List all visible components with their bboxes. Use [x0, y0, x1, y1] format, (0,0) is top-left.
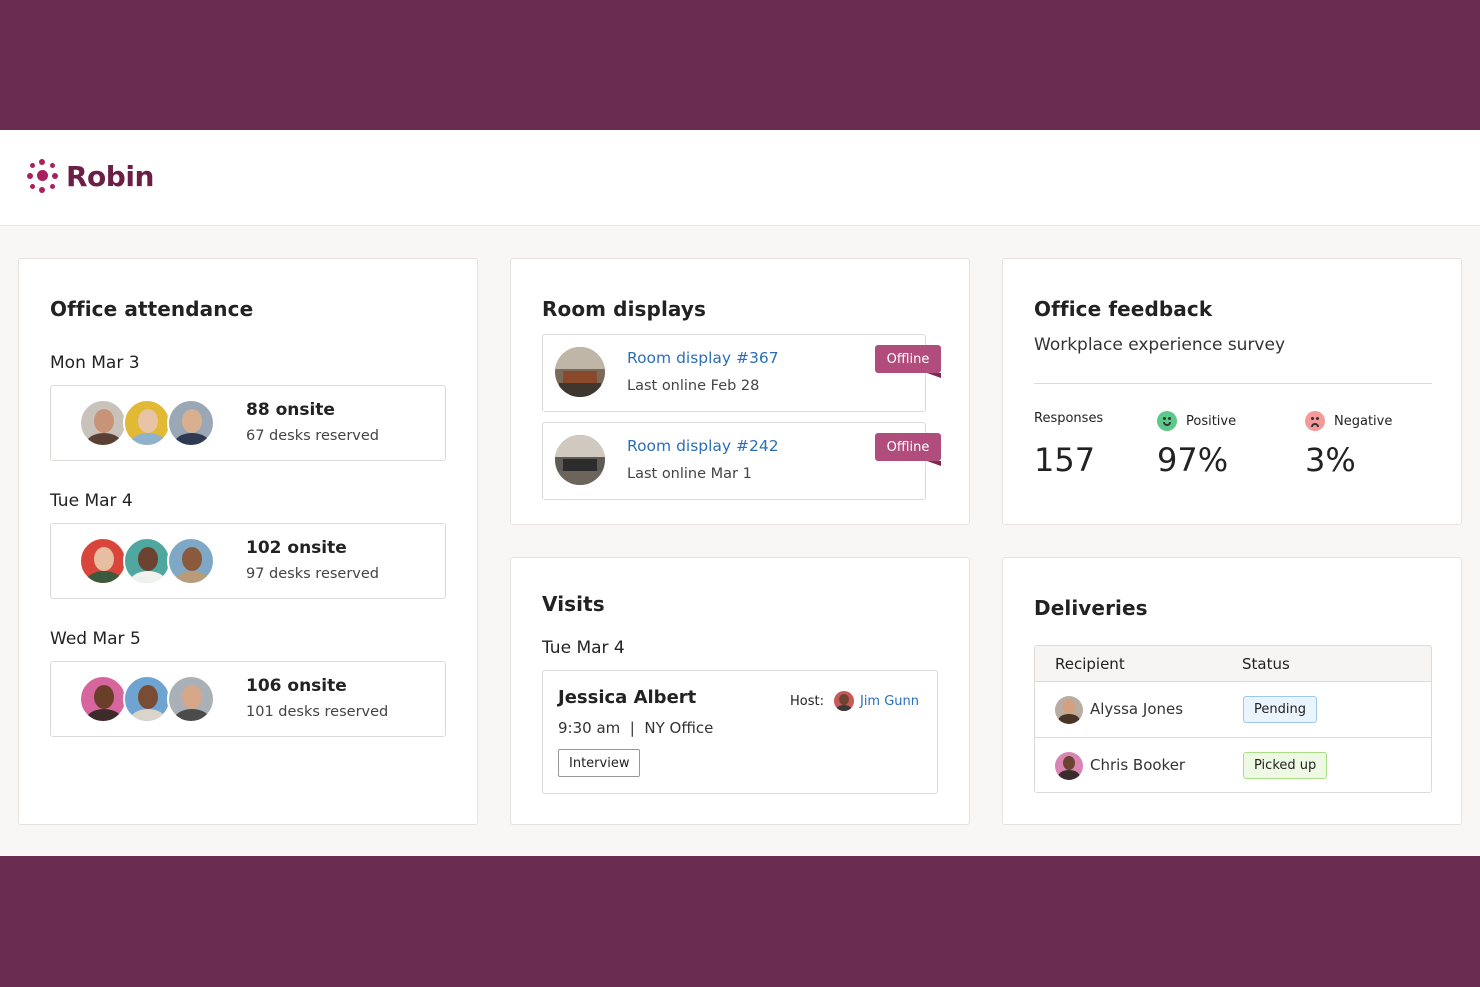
room-display-link[interactable]: Room display #242	[627, 437, 779, 455]
feedback-card: Office feedback Workplace experience sur…	[1002, 258, 1462, 525]
visit-item[interactable]: Jessica Albert 9:30 am | NY Office Inter…	[542, 670, 938, 794]
desks-reserved: 67 desks reserved	[246, 428, 380, 444]
attendance-day-box[interactable]: 88 onsite 67 desks reserved	[50, 385, 446, 461]
avatar	[1055, 752, 1083, 780]
visit-date: Tue Mar 4	[542, 638, 625, 658]
column-header-recipient: Recipient	[1055, 655, 1125, 673]
recipient-name: Chris Booker	[1090, 756, 1186, 774]
offline-badge: Offline	[875, 345, 941, 378]
onsite-count: 88 onsite	[246, 400, 335, 420]
room-thumbnail	[555, 347, 605, 397]
visits-card: Visits Tue Mar 4 Jessica Albert 9:30 am …	[510, 557, 970, 825]
responses-label: Responses	[1034, 411, 1104, 426]
negative-label: Negative	[1305, 411, 1392, 431]
recipient-name: Alyssa Jones	[1090, 700, 1184, 718]
bottom-band	[0, 856, 1480, 987]
avatar	[167, 537, 215, 585]
avatar	[167, 675, 215, 723]
visitor-name: Jessica Albert	[558, 687, 697, 708]
day-label: Mon Mar 3	[50, 353, 140, 373]
avatar	[123, 675, 171, 723]
avatar	[123, 399, 171, 447]
dashboard: Robin Office attendance Mon Mar 3 88 ons…	[0, 130, 1480, 856]
room-display-item[interactable]: Room display #367 Last online Feb 28 Off…	[542, 334, 941, 412]
avatar	[79, 399, 127, 447]
host-label: Host:	[790, 693, 824, 709]
room-display-link[interactable]: Room display #367	[627, 349, 779, 367]
room-display-item[interactable]: Room display #242 Last online Mar 1 Offl…	[542, 422, 941, 500]
onsite-count: 102 onsite	[246, 538, 347, 558]
day-label: Tue Mar 4	[50, 491, 133, 511]
attendance-day-box[interactable]: 102 onsite 97 desks reserved	[50, 523, 446, 599]
visits-title: Visits	[542, 592, 605, 616]
last-online: Last online Feb 28	[627, 378, 760, 394]
negative-value: 3%	[1305, 441, 1356, 479]
attendance-day-box[interactable]: 106 onsite 101 desks reserved	[50, 661, 446, 737]
deliveries-title: Deliveries	[1034, 596, 1148, 620]
top-band	[0, 0, 1480, 130]
positive-label: Positive	[1157, 411, 1236, 431]
column-header-status: Status	[1242, 655, 1290, 673]
onsite-count: 106 onsite	[246, 676, 347, 696]
deliveries-card: Deliveries Recipient Status Alyssa Jones…	[1002, 557, 1462, 825]
status-badge: Pending	[1243, 696, 1317, 723]
feedback-title: Office feedback	[1034, 297, 1213, 321]
avatar-group	[79, 537, 215, 585]
attendance-card: Office attendance Mon Mar 3 88 onsite 67…	[18, 258, 478, 825]
last-online: Last online Mar 1	[627, 466, 752, 482]
app-header: Robin	[0, 130, 1480, 226]
host-name-link[interactable]: Jim Gunn	[860, 694, 919, 709]
room-displays-title: Room displays	[542, 297, 707, 321]
attendance-title: Office attendance	[50, 297, 254, 321]
desks-reserved: 97 desks reserved	[246, 566, 380, 582]
responses-value: 157	[1034, 441, 1096, 479]
frown-icon	[1305, 411, 1325, 431]
avatar-group	[79, 675, 215, 723]
status-badge: Picked up	[1243, 752, 1328, 779]
offline-badge: Offline	[875, 433, 941, 466]
avatar-group	[79, 399, 215, 447]
desks-reserved: 101 desks reserved	[246, 704, 389, 720]
host-info: Host: Jim Gunn	[790, 691, 919, 711]
host-avatar	[833, 691, 854, 711]
deliveries-table: Recipient Status Alyssa Jones Pending Ch…	[1034, 645, 1432, 793]
avatar	[79, 675, 127, 723]
day-label: Wed Mar 5	[50, 629, 141, 649]
room-thumbnail	[555, 435, 605, 485]
table-row[interactable]: Alyssa Jones Pending	[1035, 682, 1431, 738]
avatar	[167, 399, 215, 447]
survey-name: Workplace experience survey	[1034, 335, 1286, 355]
divider	[1034, 383, 1432, 384]
avatar	[79, 537, 127, 585]
table-header: Recipient Status	[1035, 646, 1431, 682]
smile-icon	[1157, 411, 1177, 431]
robin-logo-icon	[24, 158, 60, 194]
logo-text: Robin	[66, 159, 154, 193]
table-row[interactable]: Chris Booker Picked up	[1035, 738, 1431, 792]
visit-type-tag: Interview	[558, 749, 641, 777]
logo[interactable]: Robin	[24, 158, 154, 194]
avatar	[1055, 696, 1083, 724]
visit-time-location: 9:30 am | NY Office	[558, 719, 714, 737]
avatar	[123, 537, 171, 585]
room-displays-card: Room displays Room display #367 Last onl…	[510, 258, 970, 525]
positive-value: 97%	[1157, 441, 1229, 479]
